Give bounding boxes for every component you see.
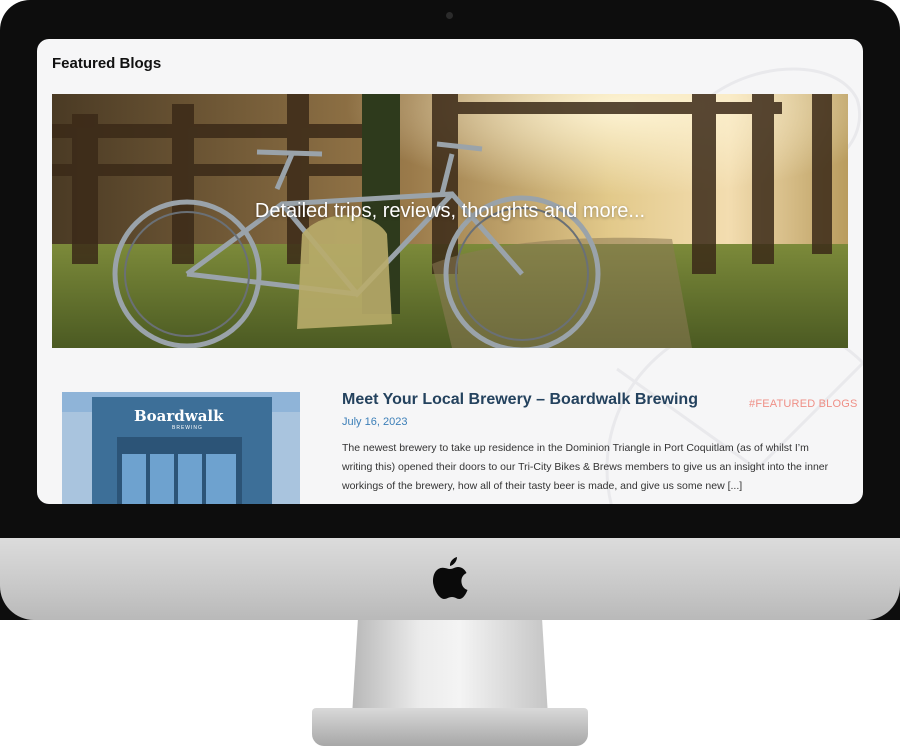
page-title: Featured Blogs — [52, 55, 162, 72]
thumbnail-sign-sub: BREWING — [172, 425, 203, 431]
thumbnail-sign: Boardwalk — [134, 407, 224, 425]
post-title-link[interactable]: Meet Your Local Brewery – Boardwalk Brew… — [342, 391, 698, 409]
monitor-stand — [352, 620, 548, 716]
post-thumbnail[interactable]: Boardwalk BREWING — [62, 392, 300, 504]
camera-dot — [446, 12, 453, 19]
screen: Featured Blogs Detailed trips, reviews, … — [37, 39, 863, 504]
post-date: July 16, 2023 — [342, 416, 408, 428]
post-excerpt: The newest brewery to take up residence … — [342, 442, 829, 492]
post-category-tag[interactable]: #FEATURED BLOGS — [749, 398, 858, 410]
apple-logo-icon — [433, 557, 468, 599]
hero-tagline: Detailed trips, reviews, thoughts and mo… — [254, 200, 646, 222]
hero-banner[interactable]: Detailed trips, reviews, thoughts and mo… — [52, 94, 848, 348]
monitor-stand-base — [312, 708, 588, 746]
